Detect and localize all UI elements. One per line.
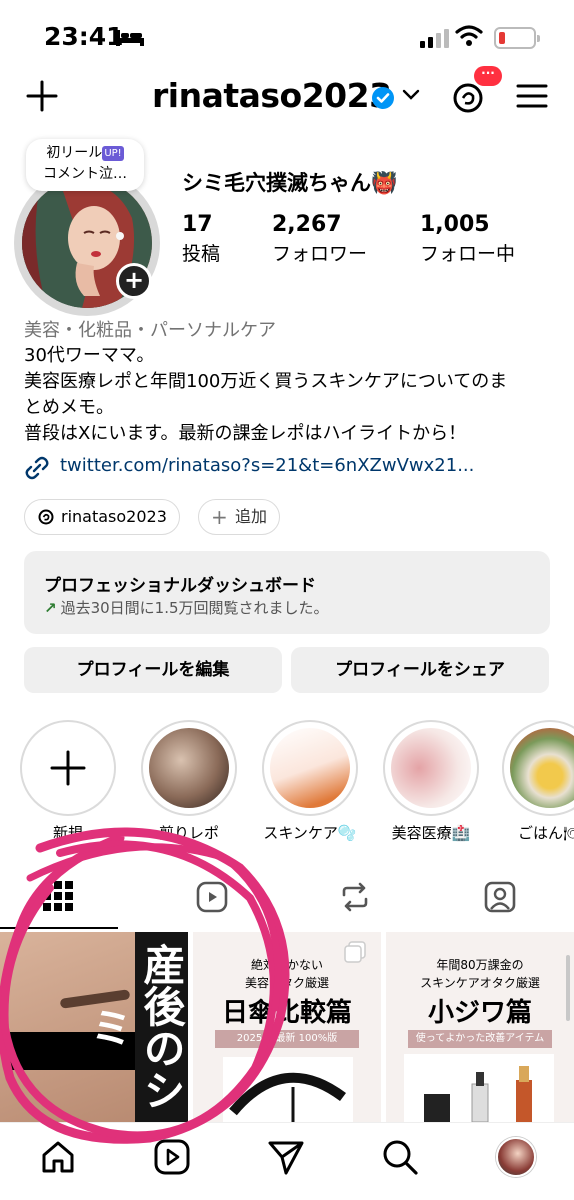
highlight-food[interactable]: ごはん🍽 [502, 720, 574, 843]
highlight-label: ごはん🍽 [517, 824, 574, 842]
bio-line: 普段はXにいます。最新の課金レポはハイライトから！ [24, 423, 467, 444]
add-plus-icon: + [211, 505, 228, 529]
stat-followers-count: 2,267 [272, 212, 342, 237]
stat-posts[interactable]: 17 投稿 [182, 212, 220, 266]
umbrella-image [229, 1072, 346, 1122]
profile-category: 美容・化粧品・パーソナルケア [24, 320, 276, 341]
edit-profile-button[interactable]: プロフィールを編集 [24, 647, 282, 693]
dashboard-subtitle: ↗ 過去30日間に1.5万回閲覧されました。 [44, 597, 329, 618]
trend-up-arrow-icon: ↗ [44, 599, 57, 617]
share-profile-button[interactable]: プロフィールをシェア [291, 647, 549, 693]
highlight-beauty-medical[interactable]: 美容医療🏥 [383, 720, 479, 843]
hamburger-menu-icon[interactable] [516, 82, 548, 110]
post-band-text: 使ってよかった改善アイテム [408, 1030, 552, 1048]
threads-chip-label: rinataso2023 [61, 507, 167, 526]
profile-note-bubble[interactable]: 初リール UP! コメント泣… [26, 139, 144, 191]
post-band-text: 2025年 最新 100%版 [215, 1030, 359, 1048]
tab-reels[interactable] [143, 868, 286, 930]
active-tab-indicator [0, 927, 118, 929]
scrollbar[interactable] [566, 955, 570, 1021]
chevron-down-icon[interactable] [401, 88, 421, 102]
tagged-person-icon [484, 881, 516, 913]
post-caption-line: 年間80万課金の [436, 958, 524, 972]
post-thumbnail[interactable]: 産後のシミ [0, 932, 188, 1122]
bottom-nav [0, 1122, 574, 1200]
post-thumbnail[interactable]: 年間80万課金の スキンケアオタク厳選 小ジワ篇 使ってよかった改善アイテム [386, 932, 574, 1122]
post-caption-line: スキンケアオタク厳選 [420, 976, 540, 990]
display-name: シミ毛穴撲滅ちゃん👹 [182, 171, 398, 195]
status-time: 23:41 [44, 22, 124, 51]
note-text-line2: コメント泣… [43, 166, 127, 182]
post-grid: 産後のシミ 絶対焼かない 美容オタク厳選 日傘比較篇 2025年 最新 100%… [0, 932, 574, 1122]
bio-line: 30代ワーママ。 [24, 345, 155, 366]
post-image-area [223, 1057, 353, 1122]
tab-reposts[interactable] [286, 868, 429, 930]
bio-line: 美容医療レポと年間100万近く買うスキンケアについてのま [24, 371, 508, 392]
highlight-new[interactable]: 新規 [20, 720, 116, 843]
add-chip-label: 追加 [235, 507, 268, 526]
up-badge-icon: UP! [102, 145, 124, 161]
profile-link-text: twitter.com/rinataso?s=21&t=6nXZwVwx21..… [60, 455, 475, 476]
tab-grid[interactable] [0, 868, 143, 930]
highlight-label: 新規 [52, 824, 83, 842]
avatar [496, 1137, 536, 1177]
threads-small-icon [38, 509, 54, 525]
sleep-bed-icon [116, 30, 144, 46]
highlight-label: スキンケア🫧 [263, 824, 357, 842]
stat-following-label: フォロー中 [420, 243, 516, 265]
dashboard-subtitle-text: 過去30日間に1.5万回閲覧されました。 [60, 599, 329, 617]
dashboard-title: プロフェッショナルダッシュボード [44, 576, 316, 596]
wifi-icon [455, 25, 483, 46]
stat-following[interactable]: 1,005 フォロー中 [420, 212, 515, 266]
highlight-report[interactable]: 剪りレポ [141, 720, 237, 843]
content-tabs [0, 868, 574, 930]
profile-username[interactable]: rinataso2023 [152, 76, 392, 115]
profile-nav-avatar[interactable] [496, 1137, 536, 1177]
highlight-label: 剪りレポ [158, 824, 219, 842]
add-story-plus-icon[interactable]: + [116, 263, 152, 299]
home-icon[interactable] [38, 1137, 78, 1177]
post-title-vertical: 産後のシミ [84, 932, 188, 1122]
post-big-title: 小ジワ篇 [427, 998, 532, 1028]
reels-nav-icon[interactable] [152, 1137, 192, 1177]
highlight-skincare[interactable]: スキンケア🫧 [262, 720, 358, 843]
verified-badge-icon [372, 87, 394, 109]
post-thumbnail[interactable]: 絶対焼かない 美容オタク厳選 日傘比較篇 2025年 最新 100%版 [193, 932, 381, 1122]
post-big-title: 日傘比較篇 [221, 998, 352, 1028]
search-icon[interactable] [380, 1137, 420, 1177]
link-icon [25, 456, 49, 480]
create-plus-icon[interactable] [24, 78, 60, 114]
bio-line: とめメモ。 [24, 397, 114, 418]
threads-notification-badge: ··· [474, 66, 502, 86]
stat-followers-label: フォロワー [272, 243, 368, 265]
reels-icon [196, 881, 228, 913]
stat-following-count: 1,005 [420, 212, 490, 237]
post-image-area [404, 1054, 554, 1122]
highlight-label: 美容医療🏥 [391, 824, 471, 842]
tab-tagged[interactable] [429, 868, 572, 930]
post-caption-line: 美容オタク厳選 [244, 976, 329, 990]
repost-icon [342, 882, 368, 912]
battery-icon [494, 27, 540, 49]
add-chip[interactable]: + 追加 [198, 499, 281, 535]
stat-followers[interactable]: 2,267 フォロワー [272, 212, 367, 266]
status-bar: 23:41 [0, 0, 574, 70]
cellular-signal-icon [420, 29, 449, 48]
threads-username-chip[interactable]: rinataso2023 [24, 499, 180, 535]
grid-icon [43, 881, 73, 911]
professional-dashboard[interactable]: プロフェッショナルダッシュボード ↗ 過去30日間に1.5万回閲覧されました。 [24, 551, 550, 634]
profile-header: rinataso2023 ··· [0, 66, 574, 126]
send-message-icon[interactable] [266, 1137, 306, 1177]
stat-posts-label: 投稿 [182, 243, 221, 265]
stat-posts-count: 17 [182, 212, 213, 237]
plus-icon [50, 750, 86, 786]
note-text-line1: 初リール [46, 145, 103, 161]
multi-post-icon [344, 941, 366, 963]
skincare-bottles-image [424, 1066, 532, 1122]
profile-bio: 30代ワーママ。 美容医療レポと年間100万近く買うスキンケアについてのま とめ… [24, 343, 554, 447]
